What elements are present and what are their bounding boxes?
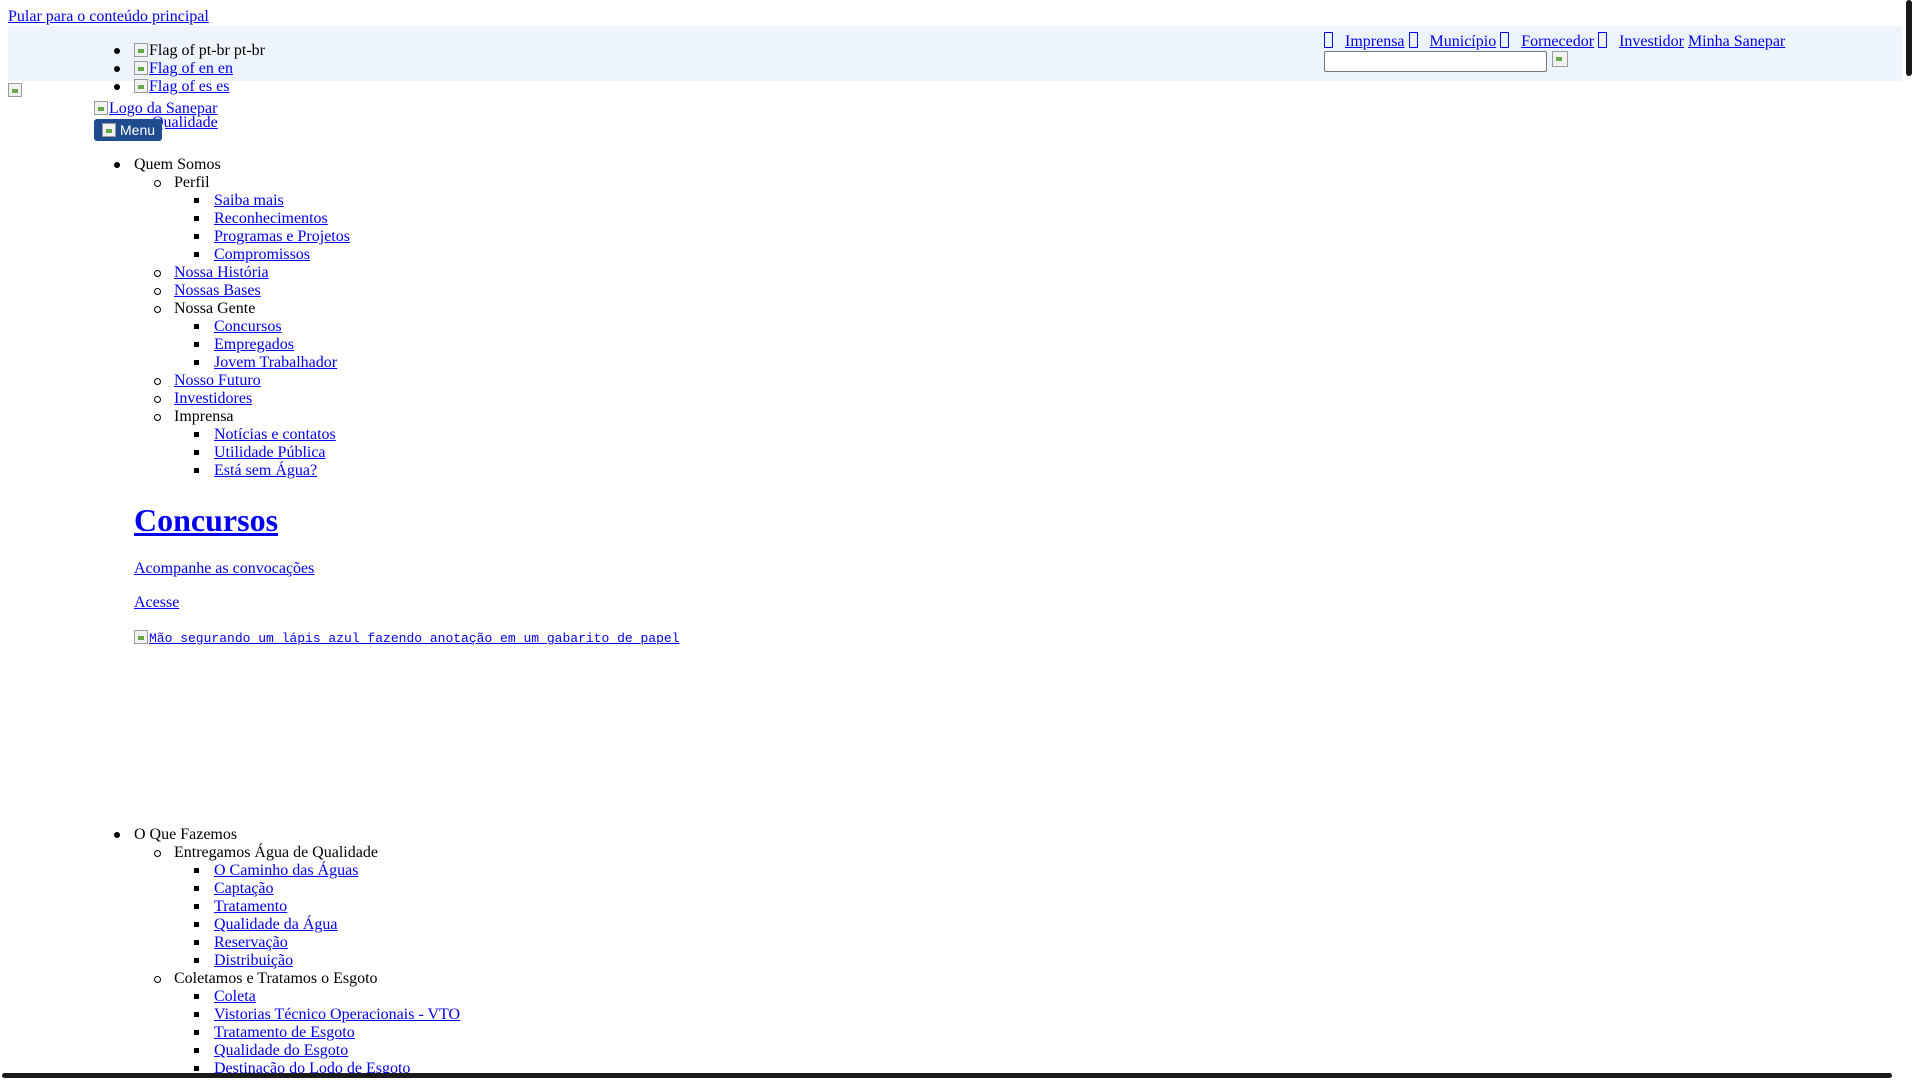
language-es-link[interactable]: Flag of es es xyxy=(134,78,229,96)
list-bullet xyxy=(194,198,199,203)
decorative-image-icon xyxy=(8,83,22,97)
list-bullet xyxy=(154,850,161,857)
list-bullet xyxy=(194,1012,199,1017)
menu-link-coleta[interactable]: Coleta xyxy=(214,988,256,1006)
list-bullet xyxy=(194,432,199,437)
list-bullet xyxy=(114,162,120,168)
list-bullet xyxy=(194,450,199,455)
menu-link-nosso-futuro[interactable]: Nosso Futuro xyxy=(174,372,261,390)
list-bullet xyxy=(194,940,199,945)
menu-link-vto[interactable]: Vistorias Técnico Operacionais - VTO xyxy=(214,1006,460,1024)
menu-link-saiba-mais[interactable]: Saiba mais xyxy=(214,192,284,210)
list-bullet xyxy=(154,306,161,313)
flag-es-icon xyxy=(134,79,148,93)
top-nav: Imprensa Município Fornecedor Investidor… xyxy=(1324,32,1785,51)
menu-quem-somos[interactable]: Quem Somos xyxy=(134,156,221,174)
menu-link-qualidade-esgoto[interactable]: Qualidade do Esgoto xyxy=(214,1042,348,1060)
list-bullet xyxy=(194,1048,199,1053)
list-bullet xyxy=(114,84,120,90)
list-bullet xyxy=(194,994,199,999)
top-nav-investidor[interactable]: Investidor xyxy=(1598,32,1684,50)
menu-o-que-fazemos[interactable]: O Que Fazemos xyxy=(134,826,237,844)
supplier-icon xyxy=(1500,32,1510,48)
menu-link-nossas-bases[interactable]: Nossas Bases xyxy=(174,282,261,300)
newspaper-icon xyxy=(1324,32,1333,48)
sanepar-logo-icon xyxy=(94,101,108,115)
vertical-scrollbar[interactable] xyxy=(1906,0,1912,76)
list-bullet xyxy=(194,234,199,239)
menu-link-programas-projetos[interactable]: Programas e Projetos xyxy=(214,228,350,246)
list-bullet xyxy=(154,288,161,295)
list-bullet xyxy=(154,414,161,421)
city-icon xyxy=(1408,32,1418,48)
list-bullet xyxy=(194,868,199,873)
menu-esgoto[interactable]: Coletamos e Tratamos o Esgoto xyxy=(174,970,378,988)
menu-link-qualidade-agua[interactable]: Qualidade da Água xyxy=(214,916,338,934)
banner-subtitle-link[interactable]: Acompanhe as convocações xyxy=(134,560,314,578)
list-bullet xyxy=(154,378,161,385)
menu-link-reservacao[interactable]: Reservação xyxy=(214,934,288,952)
menu-link-nossa-historia[interactable]: Nossa História xyxy=(174,264,269,282)
investor-icon xyxy=(1598,32,1608,48)
menu-link-captacao[interactable]: Captação xyxy=(214,880,274,898)
horizontal-scrollbar[interactable] xyxy=(2,1073,1892,1078)
list-bullet xyxy=(154,180,161,187)
menu-perfil[interactable]: Perfil xyxy=(174,174,210,192)
list-bullet xyxy=(194,1030,199,1035)
list-bullet xyxy=(114,832,120,838)
search-input[interactable] xyxy=(1324,51,1547,72)
menu-link-esta-sem-agua[interactable]: Está sem Água? xyxy=(214,462,317,480)
menu-link-investidores[interactable]: Investidores xyxy=(174,390,252,408)
flag-en-icon xyxy=(134,61,148,75)
menu-link-jovem-trabalhador[interactable]: Jovem Trabalhador xyxy=(214,354,337,372)
list-bullet xyxy=(194,468,199,473)
search-icon[interactable] xyxy=(1552,51,1568,67)
menu-link-compromissos[interactable]: Compromissos xyxy=(214,246,310,264)
language-pt-br: Flag of pt-br pt-br xyxy=(134,42,265,60)
list-bullet xyxy=(194,342,199,347)
menu-link-distribuicao[interactable]: Distribuição xyxy=(214,952,293,970)
list-bullet xyxy=(194,904,199,909)
hamburger-icon xyxy=(102,123,116,137)
top-nav-fornecedor[interactable]: Fornecedor xyxy=(1500,32,1594,50)
skip-to-content-link[interactable]: Pular para o conteúdo principal xyxy=(8,8,209,26)
list-bullet xyxy=(194,886,199,891)
list-bullet xyxy=(194,252,199,257)
menu-link-tratamento[interactable]: Tratamento xyxy=(214,898,287,916)
list-bullet xyxy=(194,216,199,221)
menu-link-empregados[interactable]: Empregados xyxy=(214,336,294,354)
list-bullet xyxy=(194,958,199,963)
menu-link-reconhecimentos[interactable]: Reconhecimentos xyxy=(214,210,328,228)
list-bullet xyxy=(194,922,199,927)
banner-image-link[interactable]: Mão segurando um lápis azul fazendo anot… xyxy=(134,630,680,648)
top-nav-municipio[interactable]: Município xyxy=(1408,32,1496,50)
menu-link-noticias-contatos[interactable]: Notícias e contatos xyxy=(214,426,336,444)
menu-link-concursos[interactable]: Concursos xyxy=(214,318,282,336)
list-bullet xyxy=(194,1066,199,1071)
list-bullet xyxy=(194,324,199,329)
list-bullet xyxy=(114,48,120,54)
banner-cta-link[interactable]: Acesse xyxy=(134,594,179,612)
menu-link-utilidade-publica[interactable]: Utilidade Pública xyxy=(214,444,326,462)
list-bullet xyxy=(114,66,120,72)
banner-image-icon xyxy=(134,630,148,644)
list-bullet xyxy=(154,976,161,983)
list-bullet xyxy=(194,360,199,365)
menu-agua[interactable]: Entregamos Água de Qualidade xyxy=(174,844,378,862)
menu-imprensa[interactable]: Imprensa xyxy=(174,408,234,426)
top-nav-imprensa[interactable]: Imprensa xyxy=(1324,32,1405,50)
list-bullet xyxy=(154,396,161,403)
menu-nossa-gente[interactable]: Nossa Gente xyxy=(174,300,255,318)
language-en-link[interactable]: Flag of en en xyxy=(134,60,233,78)
menu-link-caminho-das-aguas[interactable]: O Caminho das Águas xyxy=(214,862,358,880)
flag-pt-br-icon xyxy=(134,43,148,57)
banner-title-link[interactable]: Concursos xyxy=(134,500,278,540)
menu-link-tratamento-esgoto[interactable]: Tratamento de Esgoto xyxy=(214,1024,355,1042)
menu-button[interactable]: Menu xyxy=(94,119,162,141)
top-nav-minha-sanepar[interactable]: Minha Sanepar xyxy=(1688,33,1785,50)
list-bullet xyxy=(154,270,161,277)
